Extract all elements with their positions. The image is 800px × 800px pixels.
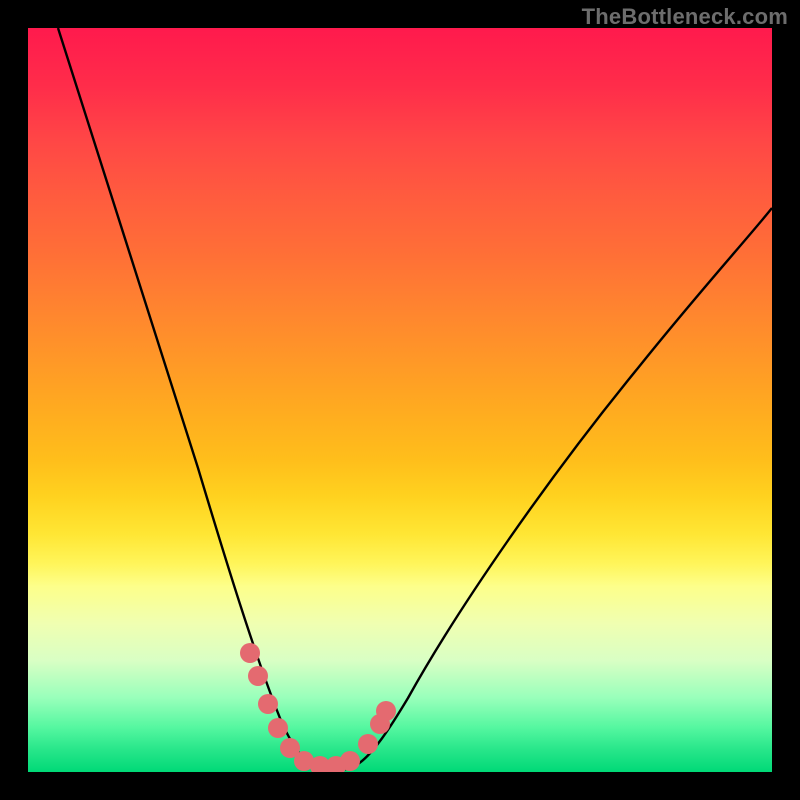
highlight-marks bbox=[240, 643, 396, 772]
chart-frame: TheBottleneck.com bbox=[0, 0, 800, 800]
bottleneck-curve bbox=[58, 28, 772, 770]
chart-svg bbox=[28, 28, 772, 772]
watermark-text: TheBottleneck.com bbox=[582, 4, 788, 30]
